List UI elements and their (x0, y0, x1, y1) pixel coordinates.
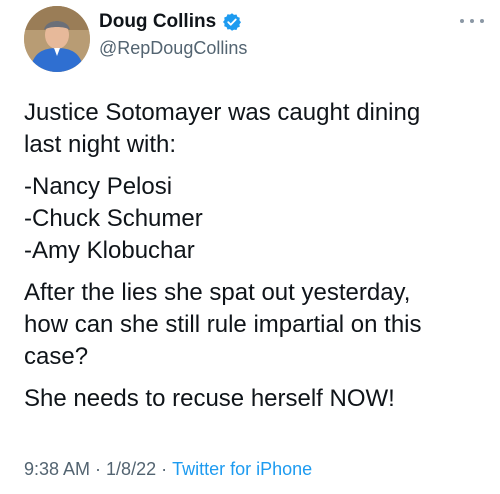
tweet-text: Justice Sotomayer was caught dining last… (24, 97, 486, 415)
tweet-line: Justice Sotomayer was caught dining (24, 99, 421, 126)
tweet-line: case? (24, 343, 89, 370)
tweet-line: last night with: (24, 131, 177, 158)
more-options-icon[interactable] (460, 12, 484, 30)
tweet-time[interactable]: 9:38 AM (24, 459, 90, 479)
avatar[interactable] (24, 6, 90, 72)
tweet-card: Doug Collins @RepDougCollins Justice Sot… (0, 0, 500, 494)
tweet-line: She needs to recuse herself NOW! (24, 385, 395, 412)
tweet-meta: 9:38 AM · 1/8/22 · Twitter for iPhone (24, 458, 312, 480)
display-name[interactable]: Doug Collins (99, 11, 216, 33)
tweet-date[interactable]: 1/8/22 (106, 459, 156, 479)
verified-badge-icon (222, 12, 242, 32)
list-item: -Chuck Schumer (24, 205, 203, 232)
list-item: -Nancy Pelosi (24, 173, 173, 200)
tweet-source-link[interactable]: Twitter for iPhone (172, 459, 312, 479)
list-item: -Amy Klobuchar (24, 237, 195, 264)
tweet-line: how can she still rule impartial on this (24, 311, 422, 338)
tweet-line: After the lies she spat out yesterday, (24, 279, 411, 306)
author-row: Doug Collins (99, 11, 242, 33)
separator: · (161, 459, 168, 479)
handle[interactable]: @RepDougCollins (99, 37, 247, 59)
separator: · (95, 459, 102, 479)
